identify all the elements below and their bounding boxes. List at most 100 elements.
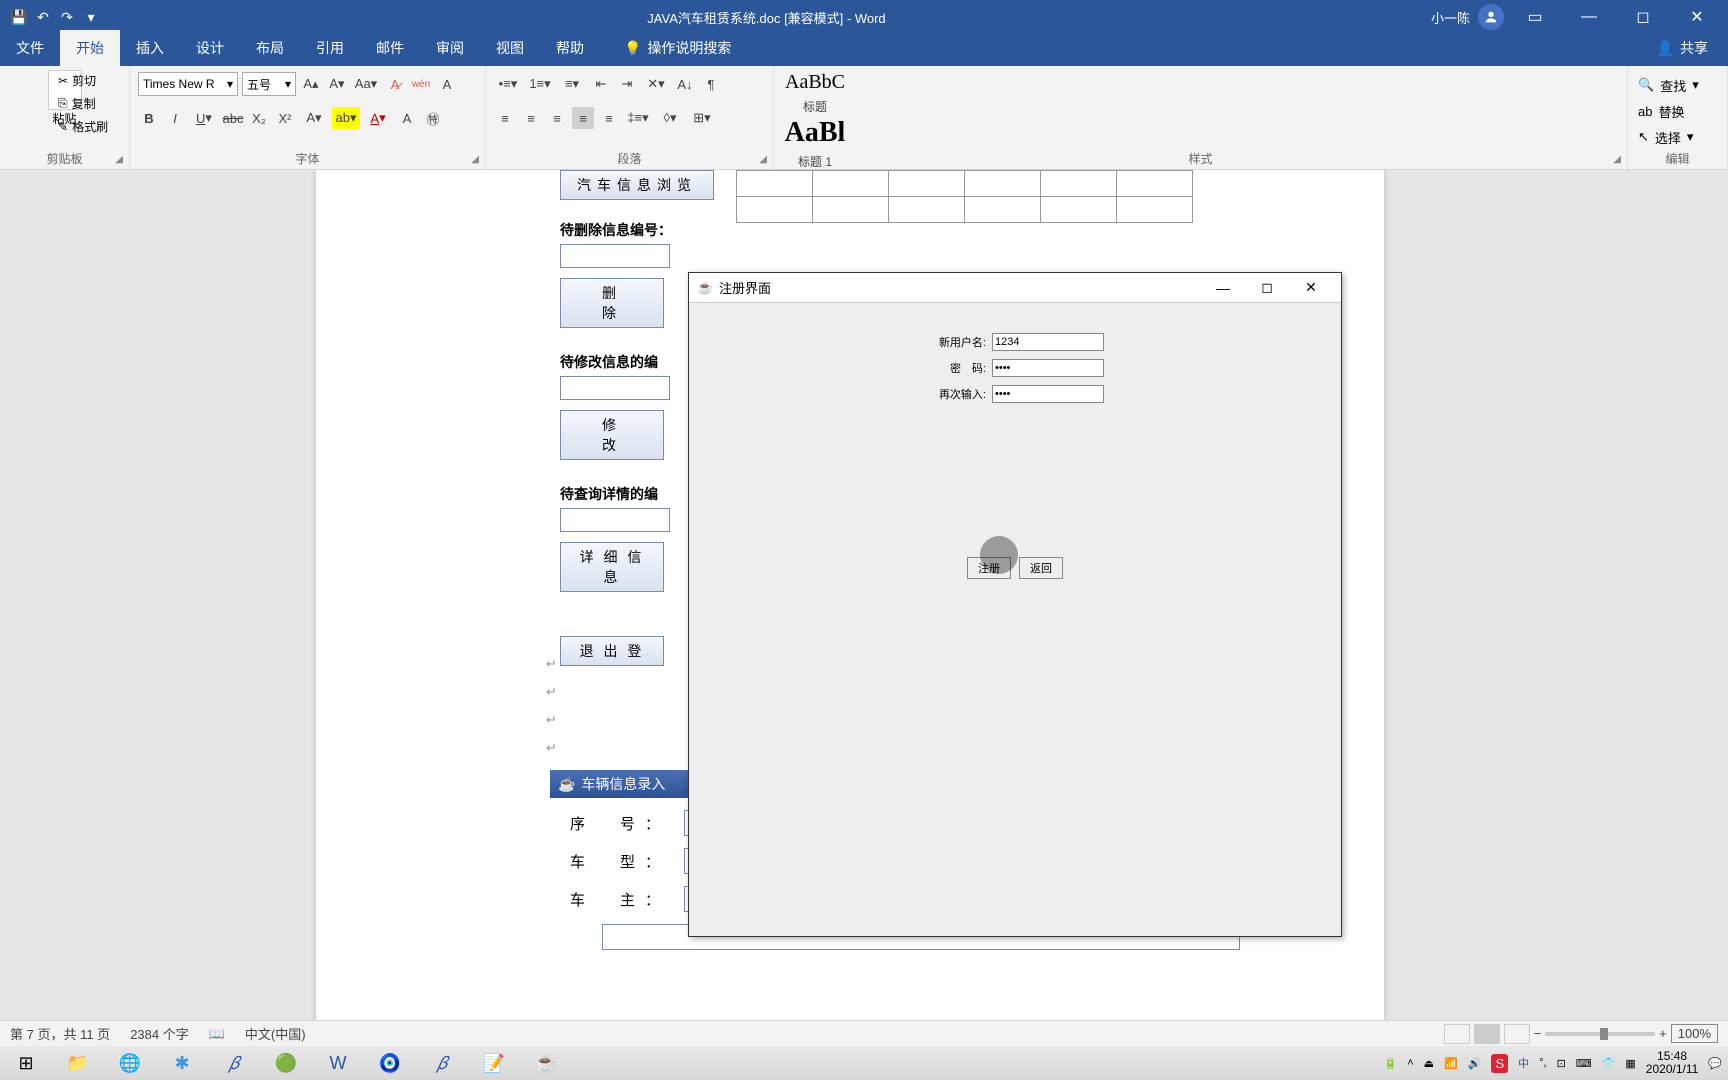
zoom-in-button[interactable]: + [1659,1026,1667,1041]
dialog-maximize-button[interactable]: ◻ [1245,274,1289,302]
tab-layout[interactable]: 布局 [240,30,300,66]
tab-insert[interactable]: 插入 [120,30,180,66]
spellcheck-icon[interactable]: 📖 [209,1026,225,1042]
app-icon-1[interactable]: ✱ [156,1046,208,1080]
bullets-button[interactable]: •≡▾ [494,73,522,95]
font-color-button[interactable]: A▾ [364,107,392,129]
change-case-button[interactable]: Aa▾ [352,73,380,95]
app-icon-2[interactable]: 𝛽 [208,1046,260,1080]
maximize-button[interactable]: ◻ [1620,0,1666,34]
app-icon-3[interactable]: 🟢 [260,1046,312,1080]
paragraph-launcher-icon[interactable]: ◢ [759,154,767,165]
dialog-close-button[interactable]: ✕ [1289,274,1333,302]
enclose-char-button[interactable]: ㊕ [422,107,444,129]
usb-icon[interactable]: ⏏ [1424,1057,1434,1070]
status-words[interactable]: 2384 个字 [130,1024,189,1043]
tell-me-search[interactable]: 💡 操作说明搜索 [608,30,747,66]
web-layout-icon[interactable] [1504,1024,1530,1044]
text-effects-button[interactable]: A▾ [300,107,328,129]
shrink-font-button[interactable]: A▾ [326,73,348,95]
user-name[interactable]: 小一陈 [1431,8,1470,27]
status-language[interactable]: 中文(中国) [245,1024,306,1043]
underline-button[interactable]: U▾ [190,107,218,129]
tab-help[interactable]: 帮助 [540,30,600,66]
password2-input[interactable] [992,385,1104,403]
ime-extra2-icon[interactable]: ▦ [1625,1057,1635,1070]
bold-button[interactable]: B [138,107,160,129]
align-left-button[interactable]: ≡ [494,107,516,129]
justify-button[interactable]: ≡ [572,107,594,129]
system-clock[interactable]: 15:48 2020/1/11 [1646,1050,1699,1076]
grow-font-button[interactable]: A▴ [300,73,322,95]
styles-launcher-icon[interactable]: ◢ [1613,154,1621,165]
keyboard-icon[interactable]: ⌨ [1576,1057,1592,1070]
replace-button[interactable]: ab替换 [1638,98,1717,124]
align-right-button[interactable]: ≡ [546,107,568,129]
font-size-combo[interactable]: 五号▾ [242,72,296,96]
highlight-button[interactable]: ab▾ [332,107,360,129]
username-input[interactable] [992,333,1104,351]
decrease-indent-button[interactable]: ⇤ [590,73,612,95]
line-spacing-button[interactable]: ‡≡▾ [624,107,652,129]
zoom-out-button[interactable]: − [1534,1026,1542,1041]
style-title[interactable]: AaBbC标题 [776,70,854,116]
dialog-titlebar[interactable]: ☕ 注册界面 — ◻ ✕ [689,273,1341,303]
battery-icon[interactable]: 🔋 [1383,1057,1397,1070]
sort-button[interactable]: A↓ [674,73,696,95]
wifi-icon[interactable]: 📶 [1444,1057,1458,1070]
zoom-thumb[interactable] [1600,1028,1608,1040]
tab-mailings[interactable]: 邮件 [360,30,420,66]
show-marks-button[interactable]: ¶ [700,73,722,95]
close-button[interactable]: ✕ [1674,0,1720,34]
tray-up-icon[interactable]: ˄ [1407,1057,1413,1069]
minimize-button[interactable]: — [1566,0,1612,34]
qat-customize-icon[interactable]: ▾ [82,8,100,26]
zoom-slider[interactable] [1545,1032,1655,1036]
file-explorer-icon[interactable]: 📁 [52,1046,104,1080]
distribute-button[interactable]: ≡ [598,107,620,129]
notepad-icon[interactable]: 📝 [468,1046,520,1080]
tab-file[interactable]: 文件 [0,30,60,66]
ime-extra-icon[interactable]: 👕 [1602,1057,1616,1070]
numbering-button[interactable]: 1≡▾ [526,73,554,95]
back-button[interactable]: 返回 [1019,557,1063,579]
user-avatar-icon[interactable] [1478,4,1504,30]
clear-format-button[interactable]: A̷ [384,73,406,95]
borders-button[interactable]: ⊞▾ [688,107,716,129]
phonetic-button[interactable]: wén [410,73,432,95]
save-icon[interactable]: 💾 [10,8,28,26]
font-name-combo[interactable]: Times New R▾ [138,72,238,96]
format-painter-button[interactable]: ✎格式刷 [58,118,108,135]
app-icon-4[interactable]: 🧿 [364,1046,416,1080]
print-layout-icon[interactable] [1474,1024,1500,1044]
strikethrough-button[interactable]: abc [222,107,244,129]
shading-button[interactable]: ◊▾ [656,107,684,129]
action-center-icon[interactable]: 💬 [1708,1057,1722,1070]
word-icon[interactable]: W [312,1046,364,1080]
font-launcher-icon[interactable]: ◢ [471,154,479,165]
start-button[interactable]: ⊞ [0,1046,52,1080]
share-button[interactable]: 👤 共享 [1637,30,1728,66]
read-mode-icon[interactable] [1444,1024,1470,1044]
tab-view[interactable]: 视图 [480,30,540,66]
password-input[interactable] [992,359,1104,377]
char-border-button[interactable]: A [436,73,458,95]
ribbon-display-icon[interactable]: ▭ [1512,0,1558,34]
increase-indent-button[interactable]: ⇥ [616,73,638,95]
app-icon-5[interactable]: 𝛽 [416,1046,468,1080]
asian-layout-button[interactable]: ✕▾ [642,73,670,95]
find-button[interactable]: 🔍查找 ▾ [1638,72,1717,98]
zoom-value[interactable]: 100% [1671,1024,1718,1043]
ime-lang[interactable]: 中 [1518,1055,1529,1071]
dialog-minimize-button[interactable]: — [1201,274,1245,302]
char-shading-button[interactable]: A [396,107,418,129]
align-center-button[interactable]: ≡ [520,107,542,129]
select-button[interactable]: ↖选择 ▾ [1638,124,1717,150]
tab-home[interactable]: 开始 [60,30,120,66]
java-app-icon[interactable]: ☕ [520,1046,572,1080]
ime-symbol-icon[interactable]: ⊡ [1557,1057,1566,1070]
ime-punct-icon[interactable]: °, [1539,1057,1546,1069]
tab-references[interactable]: 引用 [300,30,360,66]
redo-icon[interactable]: ↷ [58,8,76,26]
superscript-button[interactable]: X² [274,107,296,129]
